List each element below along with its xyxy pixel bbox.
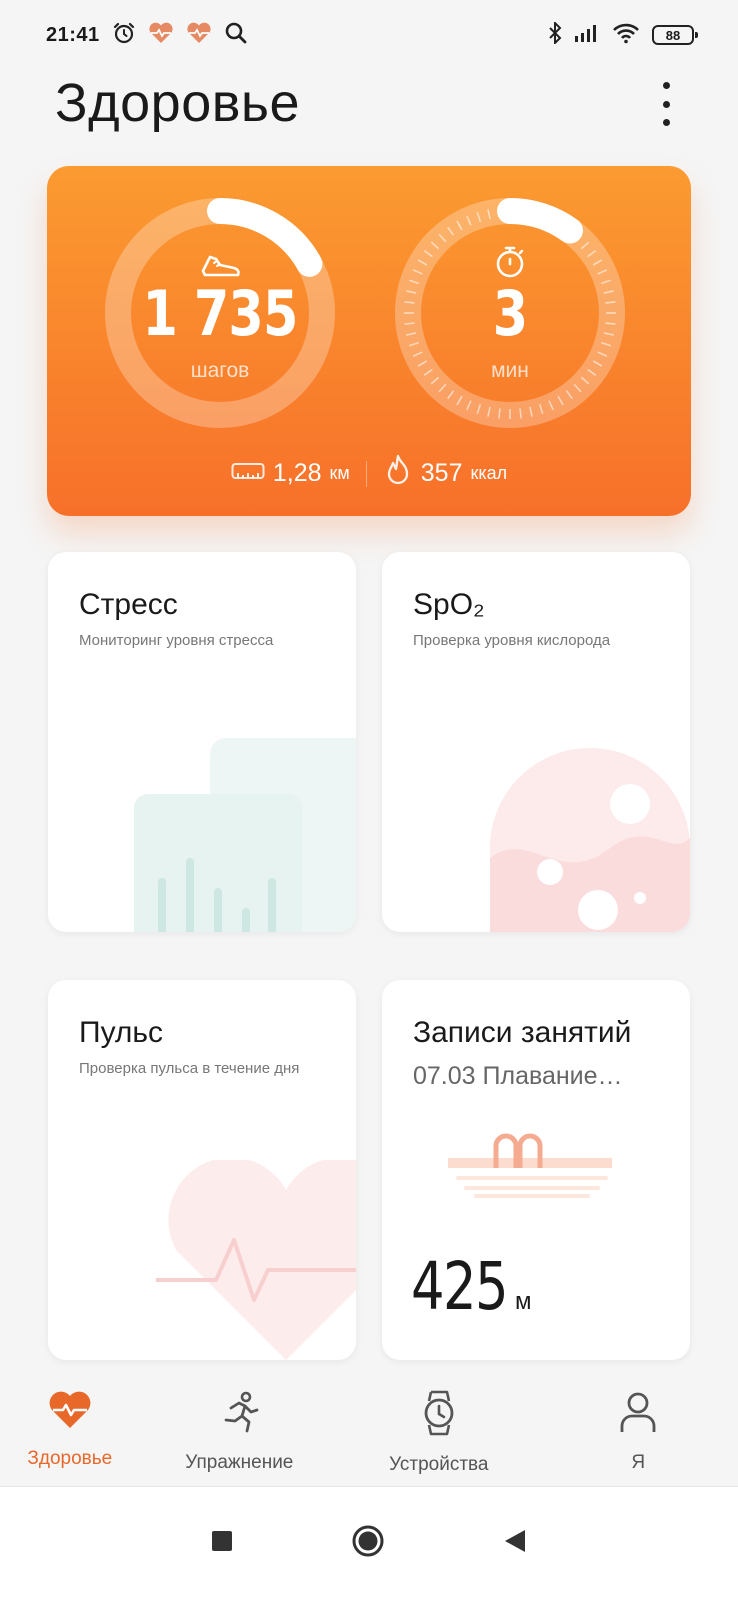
calories-stat: 357 ккал [383, 454, 507, 493]
activity-summary-card[interactable]: 1 735 шагов 3 мин 1,28 км 357 ккал [47, 166, 691, 516]
active-time-unit: мин [491, 359, 529, 382]
status-bar: 21:41 88 [0, 0, 738, 70]
person-icon [618, 1390, 658, 1440]
divider [365, 460, 367, 487]
search-icon [224, 21, 248, 50]
spo2-tile[interactable]: SpO₂ Проверка уровня кислорода [382, 552, 690, 932]
nav-label: Я [631, 1452, 646, 1473]
flame-icon [383, 454, 413, 493]
spo2-title: SpO₂ [413, 588, 485, 621]
nav-label: Устройства [389, 1454, 489, 1475]
running-icon [217, 1390, 261, 1440]
heart-rate-icon [148, 22, 174, 49]
stress-title: Стресс [79, 588, 178, 621]
activity-stats: 1,28 км 357 ккал [47, 454, 691, 493]
nav-label: Упражнение [185, 1452, 294, 1473]
steps-unit: шагов [190, 359, 250, 382]
heart-pulse-icon [48, 1390, 92, 1436]
pulse-tile[interactable]: Пульс Проверка пульса в течение дня [48, 980, 356, 1360]
stress-subtitle: Мониторинг уровня стресса [79, 632, 274, 649]
stress-illustration [134, 738, 356, 932]
active-time-value: 3 [492, 277, 528, 350]
steps-value: 1 735 [142, 277, 298, 350]
distance-value: 1,28 [272, 459, 322, 487]
nav-label: Здоровье [27, 1448, 113, 1469]
bottom-navigation: Здоровье Упражнение Устройства Я [0, 1370, 738, 1486]
back-button[interactable] [503, 1528, 527, 1559]
ruler-icon [231, 459, 265, 488]
last-workout-subtitle: 07.03 Плавание… [413, 1062, 623, 1090]
ring-tick [519, 408, 522, 419]
heart-rate-icon [186, 22, 212, 49]
status-time: 21:41 [46, 23, 100, 46]
system-navigation-bar [0, 1486, 738, 1599]
bluetooth-icon [548, 20, 562, 49]
heart-illustration [156, 1160, 356, 1360]
workout-records-title: Записи занятий [413, 1016, 632, 1049]
workout-records-tile[interactable]: Записи занятий 07.03 Плавание… 425 м [382, 980, 690, 1360]
workout-distance-value: 425 [411, 1248, 509, 1325]
page-title: Здоровье [55, 73, 301, 133]
signal-icon [574, 23, 600, 48]
distance-unit: км [329, 463, 350, 483]
calories-unit: ккал [470, 463, 508, 483]
battery-icon: 88 [652, 25, 698, 45]
ring-tick [498, 408, 501, 419]
nav-exercise[interactable]: Упражнение [140, 1370, 339, 1486]
workout-distance: 425 м [411, 1248, 531, 1325]
spo2-illustration [490, 748, 690, 932]
wifi-icon [612, 22, 640, 49]
nav-me[interactable]: Я [539, 1370, 738, 1486]
swimming-pool-icon [448, 1133, 612, 1198]
alarm-icon [112, 21, 136, 50]
workout-distance-unit: м [514, 1288, 532, 1315]
watch-icon [419, 1390, 459, 1442]
pulse-subtitle: Проверка пульса в течение дня [79, 1060, 300, 1077]
home-button[interactable] [351, 1524, 385, 1563]
more-vertical-icon[interactable] [654, 82, 678, 126]
spo2-subtitle: Проверка уровня кислорода [413, 632, 611, 649]
calories-value: 357 [420, 459, 463, 487]
recent-apps-button[interactable] [211, 1530, 233, 1557]
distance-stat: 1,28 км [231, 459, 350, 488]
pulse-title: Пульс [79, 1016, 164, 1049]
stress-tile[interactable]: Стресс Мониторинг уровня стресса [48, 552, 356, 932]
nav-health[interactable]: Здоровье [0, 1370, 140, 1486]
nav-devices[interactable]: Устройства [339, 1370, 538, 1486]
